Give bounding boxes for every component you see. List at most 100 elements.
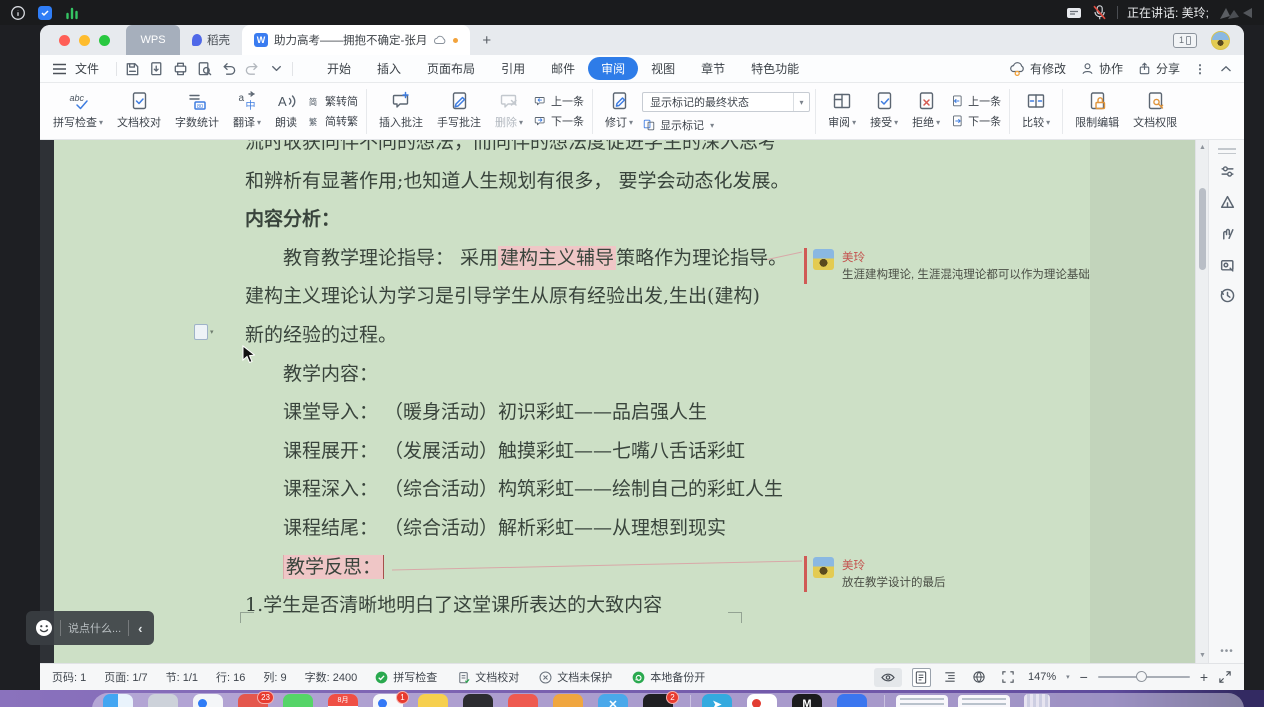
minimized-window-preview[interactable] (896, 695, 948, 707)
zoom-window-button[interactable] (99, 35, 110, 46)
collapse-chat-button[interactable]: ‹ (136, 621, 144, 636)
chat-input[interactable]: 说点什么... (68, 620, 121, 636)
more-menu-icon[interactable]: ⋮ (1194, 62, 1206, 76)
side-by-side-icon[interactable]: 1 (1173, 33, 1197, 48)
status-field[interactable]: 列: 9 (263, 669, 286, 685)
dock-app-app-store[interactable]: 23 (238, 694, 268, 707)
ribbon-tab-视图[interactable]: 视图 (638, 57, 688, 80)
dock-app-app-orange[interactable] (553, 694, 583, 707)
zoom-out-button[interactable]: − (1080, 672, 1088, 682)
status-toggle-拼写检查[interactable]: 拼写检查 (375, 669, 437, 685)
track-changes-button[interactable]: 修订▾ (598, 86, 640, 132)
insert-comment-button[interactable]: 插入批注 (372, 86, 430, 132)
dock-app-safari[interactable] (193, 694, 223, 707)
vertical-scrollbar[interactable]: ▲ ▼ (1195, 140, 1208, 663)
document-page[interactable]: 流时收获同伴不同的想法，而同伴的想法度促进学生的深入思考和辨析有显著作用;也知道… (245, 140, 789, 625)
status-field[interactable]: 节: 1/1 (166, 669, 198, 685)
previous-comment-button[interactable]: 上一条 (533, 93, 584, 109)
shield-icon[interactable] (37, 5, 53, 21)
show-markup-button[interactable]: 显示标记 ▾ (642, 117, 810, 133)
collaborate-button[interactable]: 协作 (1080, 60, 1123, 77)
undo-icon[interactable] (220, 60, 237, 77)
dock-app-app-blue[interactable] (837, 694, 867, 707)
tab-document[interactable]: W 助力高考——拥抱不确定-张月 (242, 25, 470, 55)
adjust-icon[interactable] (1209, 157, 1244, 185)
dock-app-twitter[interactable]: ✕ (598, 694, 628, 707)
status-field[interactable]: 页面: 1/7 (104, 669, 147, 685)
dock-app-app-m[interactable]: M (792, 694, 822, 707)
restrict-editing-button[interactable]: 限制编辑 (1068, 86, 1126, 132)
web-view-button[interactable] (970, 668, 989, 687)
ribbon-tab-引用[interactable]: 引用 (488, 57, 538, 80)
new-tab-button[interactable]: + (482, 32, 491, 49)
zoom-slider-knob[interactable] (1136, 671, 1147, 682)
emoji-icon[interactable] (35, 619, 53, 637)
page-view-button[interactable] (912, 668, 931, 687)
panel-more-button[interactable]: ••• (1209, 646, 1244, 657)
dock-app-reminders[interactable]: 1 (373, 694, 403, 707)
reject-button[interactable]: 拒绝▾ (905, 86, 947, 132)
print-icon[interactable] (172, 60, 189, 77)
ribbon-tab-章节[interactable]: 章节 (688, 57, 738, 80)
dock-app-launchpad[interactable] (148, 694, 178, 707)
zoom-level[interactable]: 147% (1028, 671, 1056, 683)
markup-state-dropdown[interactable]: 显示标记的最终状态 ▾ (642, 92, 810, 112)
minimize-window-button[interactable] (79, 35, 90, 46)
status-field[interactable]: 页码: 1 (52, 669, 86, 685)
hamburger-menu-icon[interactable] (52, 63, 67, 75)
stats-icon[interactable] (64, 5, 80, 21)
export-icon[interactable] (148, 60, 165, 77)
dock-app-podcasts[interactable]: 2 (643, 694, 673, 707)
status-toggle-文档校对[interactable]: 文档校对 (457, 669, 519, 685)
tab-wps-home[interactable]: WPS (126, 25, 180, 55)
trad-to-simp-button[interactable]: 简繁转简 (307, 93, 358, 109)
tray-icon[interactable] (1066, 5, 1082, 21)
eye-protection-button[interactable] (874, 668, 902, 687)
wordcount-button[interactable]: 80字数统计 (168, 86, 226, 132)
compare-button[interactable]: 比较▾ (1015, 86, 1057, 132)
ink-comment-button[interactable]: 手写批注 (430, 86, 488, 132)
ribbon-tab-页面布局[interactable]: 页面布局 (414, 57, 488, 80)
tab-docer[interactable]: 稻壳 (180, 25, 242, 55)
menu-file[interactable]: 文件 (75, 60, 99, 77)
ribbon-tab-开始[interactable]: 开始 (314, 57, 364, 80)
panel-drag-handle[interactable] (1218, 148, 1236, 154)
save-icon[interactable] (124, 60, 141, 77)
comment-card[interactable]: 美玲 放在教学设计的最后 (804, 554, 1134, 596)
modified-status[interactable]: 有修改 (1009, 60, 1066, 77)
simp-to-trad-button[interactable]: 繁简转繁 (307, 113, 358, 129)
handwrite-icon[interactable] (1209, 219, 1244, 247)
zoom-dropdown-icon[interactable]: ▾ (1066, 673, 1070, 681)
next-change-button[interactable]: 下一条 (950, 113, 1001, 129)
document-canvas[interactable]: 流时收获同伴不同的想法，而同伴的想法度促进学生的深入思考和辨析有显著作用;也知道… (40, 140, 1244, 663)
read-aloud-button[interactable]: A朗读 (268, 86, 304, 132)
minimized-window-preview[interactable] (958, 695, 1010, 707)
status-field[interactable]: 行: 16 (216, 669, 245, 685)
ribbon-tab-邮件[interactable]: 邮件 (538, 57, 588, 80)
status-toggle-本地备份开[interactable]: 本地备份开 (632, 669, 705, 685)
ribbon-tab-审阅[interactable]: 审阅 (588, 57, 638, 80)
next-comment-button[interactable]: 下一条 (533, 113, 584, 129)
accept-button[interactable]: 接受▾ (863, 86, 905, 132)
zoom-slider[interactable] (1098, 676, 1190, 678)
dock-app-app-red[interactable] (508, 694, 538, 707)
status-field[interactable]: 字数: 2400 (305, 669, 358, 685)
dock-app-telegram[interactable]: ➤ (702, 694, 732, 707)
scrollbar-thumb[interactable] (1199, 188, 1206, 270)
redo-icon[interactable] (244, 60, 261, 77)
dock-app-notes[interactable] (418, 694, 448, 707)
info-icon[interactable] (10, 5, 26, 21)
preview-icon[interactable] (196, 60, 213, 77)
trash-icon[interactable] (1024, 694, 1050, 707)
dock-app-finder[interactable] (103, 694, 133, 707)
ribbon-tab-插入[interactable]: 插入 (364, 57, 414, 80)
assistant-icon[interactable] (1209, 188, 1244, 216)
comment-card[interactable]: 美玲 生涯建构理论, 生涯混沌理论都可以作为理论基础 (804, 246, 1134, 288)
previous-change-button[interactable]: 上一条 (950, 93, 1001, 109)
outline-view-button[interactable] (941, 668, 960, 687)
zoom-in-button[interactable]: + (1200, 672, 1208, 682)
status-toggle-文档未保护[interactable]: 文档未保护 (539, 669, 612, 685)
more-icon[interactable] (268, 60, 285, 77)
expand-window-icon[interactable] (1218, 670, 1232, 684)
user-avatar[interactable] (1211, 31, 1230, 50)
